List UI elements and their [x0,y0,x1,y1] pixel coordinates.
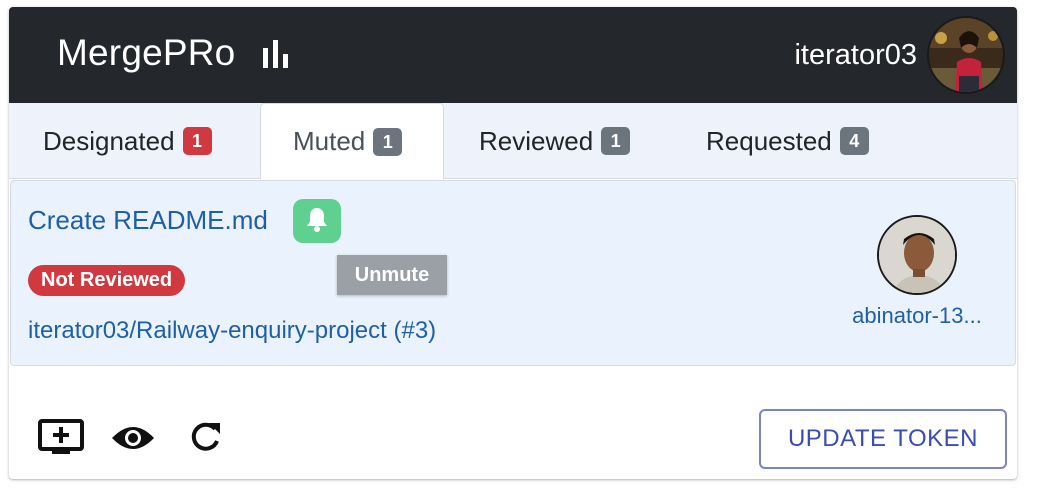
tab-label: Designated [43,125,175,156]
tab-requested[interactable]: Requested 4 [706,103,869,179]
unmute-button[interactable] [293,199,341,243]
bar-chart-icon [261,39,291,73]
pr-author[interactable]: abinator-13... [837,215,997,329]
count-badge: 1 [601,127,631,155]
count-badge: 1 [182,127,212,155]
status-badge: Not Reviewed [28,265,186,296]
user-avatar[interactable] [927,16,1005,94]
user-profile[interactable]: iterator03 [794,16,1005,94]
bell-icon [305,206,329,237]
app-header: MergePRo iterator03 [9,7,1017,103]
eye-icon[interactable] [110,422,156,459]
tab-label: Muted [293,126,366,156]
tab-reviewed[interactable]: Reviewed 1 [479,103,631,179]
author-name[interactable]: abinator-13... [837,303,997,329]
count-badge: 4 [839,127,869,155]
add-to-screen-icon[interactable] [38,419,84,462]
username: iterator03 [794,38,917,71]
author-avatar[interactable] [877,215,957,295]
count-badge: 1 [373,127,403,156]
tab-muted[interactable]: Muted 1 [260,103,444,180]
tab-label: Requested [706,125,832,156]
refresh-icon[interactable] [187,419,223,460]
tab-bar: Designated 1 Muted 1 Reviewed 1 Requeste… [9,103,1017,180]
pr-title-link[interactable]: Create README.md [28,205,268,236]
unmute-tooltip: Unmute [337,255,447,295]
repo-link[interactable]: iterator03/Railway-enquiry-project (#3) [28,317,436,345]
brand-title: MergePRo [57,32,236,73]
brand: MergePRo [57,31,291,75]
tab-label: Reviewed [479,125,594,156]
update-token-button[interactable]: UPDATE TOKEN [759,409,1007,469]
extension-popup: MergePRo iterator03 Designated 1 Muted 1… [9,7,1017,479]
tab-designated[interactable]: Designated 1 [43,103,212,179]
pull-request-item: Create README.md Unmute Not Reviewed ite… [10,180,1016,366]
